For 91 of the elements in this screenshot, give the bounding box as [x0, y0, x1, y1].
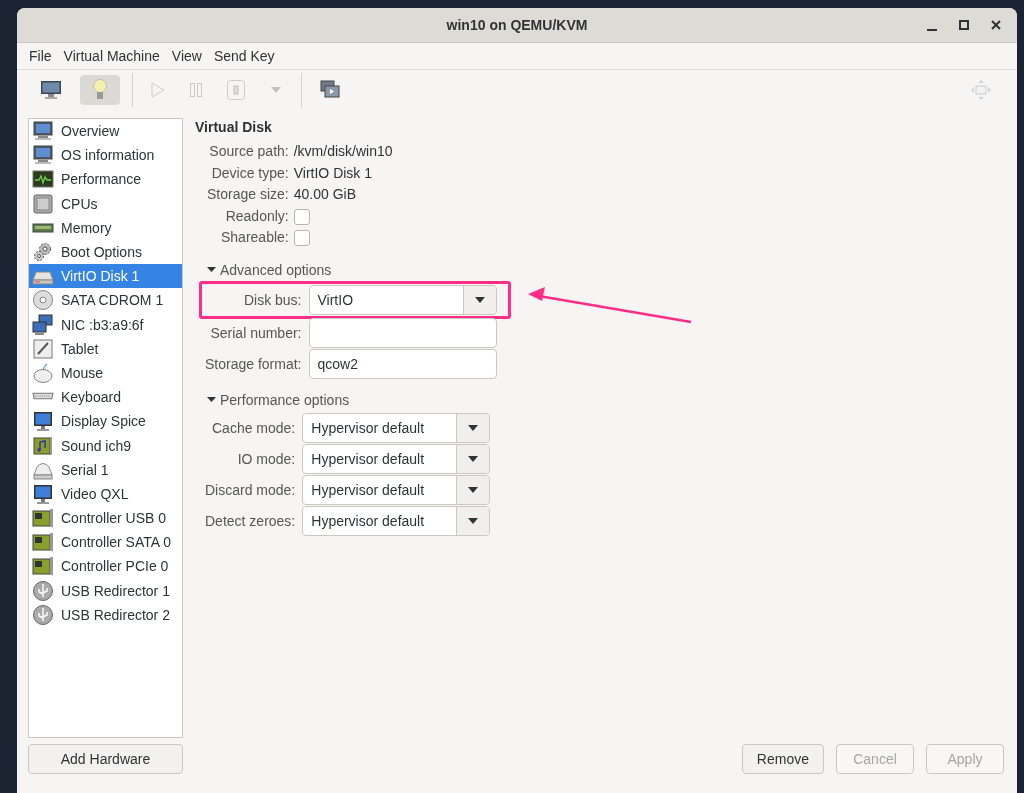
menu-item[interactable]: View	[166, 46, 207, 66]
network-icon	[32, 313, 54, 336]
sidebar-item[interactable]: NIC :b3:a9:6f	[29, 312, 182, 337]
window-title: win10 on QEMU/KVM	[445, 17, 589, 33]
field-label: Storage format:	[205, 355, 302, 372]
triangle-down-icon	[207, 265, 216, 274]
input-field[interactable]: qcow2	[308, 348, 497, 379]
card-icon	[32, 531, 54, 554]
menu-item[interactable]: File	[24, 46, 57, 66]
sidebar-item[interactable]: Performance	[29, 167, 182, 192]
sidebar-item[interactable]: Display Spice	[29, 409, 182, 434]
field-label: Readonly:	[224, 206, 289, 226]
mouse-icon	[32, 361, 54, 384]
caret-icon	[474, 296, 485, 303]
sidebar-item[interactable]: SATA CDROM 1	[29, 288, 182, 313]
field-label: Disk bus:	[242, 291, 302, 308]
usb-icon	[32, 603, 54, 626]
sidebar-item[interactable]: Video QXL	[29, 481, 182, 506]
display-icon	[32, 482, 54, 505]
expander[interactable]: Performance options	[207, 388, 1004, 411]
field-label: Source path:	[208, 142, 289, 161]
sound-icon	[32, 434, 54, 457]
sidebar-item[interactable]: CPUs	[29, 191, 182, 216]
sidebar-item[interactable]: Memory	[29, 215, 182, 240]
sidebar-item[interactable]: USB Redirector 2	[29, 602, 182, 627]
field-label: Storage size:	[207, 185, 289, 204]
monitor-icon	[32, 144, 54, 167]
chip-icon	[32, 192, 54, 215]
field-label: Discard mode:	[205, 481, 296, 498]
monitor-icon	[32, 120, 54, 143]
sidebar-item[interactable]: VirtIO Disk 1	[29, 264, 182, 289]
card-icon	[32, 507, 54, 530]
menu-item[interactable]: Send Key	[208, 46, 280, 66]
input-field[interactable]	[308, 317, 497, 348]
gears-icon	[32, 241, 54, 264]
section-title: Virtual Disk	[195, 119, 273, 135]
add-hardware-button[interactable]: Add Hardware	[28, 744, 183, 774]
sidebar-item[interactable]: Sound ich9	[29, 433, 182, 458]
field-value: VirtIO Disk 1	[293, 163, 374, 183]
sidebar-item[interactable]: OS information	[29, 143, 182, 168]
close-icon	[990, 19, 1002, 31]
power-icon	[227, 79, 245, 100]
sidebar-item[interactable]: Controller PCIe 0	[29, 554, 182, 579]
menu-item[interactable]: Virtual Machine	[58, 46, 165, 66]
monitor-icon	[40, 79, 62, 100]
sidebar-item[interactable]: USB Redirector 1	[29, 578, 182, 603]
dropdown[interactable]: VirtIO	[308, 284, 497, 315]
field-label: Device type:	[210, 163, 289, 183]
display-icon	[32, 410, 54, 433]
dialog-button[interactable]: Remove	[741, 744, 824, 774]
play-icon	[151, 81, 165, 98]
field-label: Serial number:	[209, 324, 302, 341]
keyboard-icon	[32, 392, 54, 401]
caret-icon	[468, 486, 479, 493]
triangle-down-icon	[207, 395, 216, 404]
field-value: /kvm/disk/win10	[293, 142, 393, 161]
sidebar-item[interactable]: Serial 1	[29, 457, 182, 482]
dropdown[interactable]: Hypervisor default	[302, 443, 491, 474]
expander[interactable]: Advanced options	[207, 258, 1004, 281]
tablet-icon	[32, 337, 54, 360]
screens-icon	[320, 79, 340, 100]
cdrom-icon	[32, 289, 54, 312]
pause-icon	[190, 82, 202, 97]
checkbox[interactable]	[293, 208, 310, 225]
caret-icon	[468, 424, 479, 431]
field-label: Detect zeroes:	[205, 512, 296, 529]
sidebar-item[interactable]: Controller USB 0	[29, 506, 182, 531]
caret-icon	[468, 455, 479, 462]
sidebar-item[interactable]: Keyboard	[29, 385, 182, 410]
sidebar-item[interactable]: Overview	[29, 119, 182, 144]
usb-icon	[32, 579, 54, 602]
lightbulb-icon	[92, 78, 108, 101]
dropdown[interactable]: Hypervisor default	[302, 412, 491, 443]
sidebar-item[interactable]: Boot Options	[29, 239, 182, 265]
sidebar-item[interactable]: Mouse	[29, 360, 182, 386]
card-icon	[32, 555, 54, 578]
field-label: IO mode:	[236, 450, 296, 467]
checkbox[interactable]	[293, 230, 310, 246]
field-label: Cache mode:	[211, 419, 296, 436]
chart-icon	[32, 168, 54, 191]
dropdown[interactable]: Hypervisor default	[302, 505, 491, 536]
resize-icon	[970, 78, 992, 101]
caret-icon	[468, 517, 479, 524]
maximize-icon	[958, 19, 970, 31]
field-label: Shareable:	[220, 228, 289, 247]
caret-icon	[271, 86, 281, 93]
sidebar-item[interactable]: Tablet	[29, 336, 182, 361]
field-value: 40.00 GiB	[293, 185, 357, 204]
dropdown[interactable]: Hypervisor default	[302, 474, 491, 505]
minimize-icon	[927, 29, 937, 31]
sidebar-item[interactable]: Controller SATA 0	[29, 530, 182, 555]
